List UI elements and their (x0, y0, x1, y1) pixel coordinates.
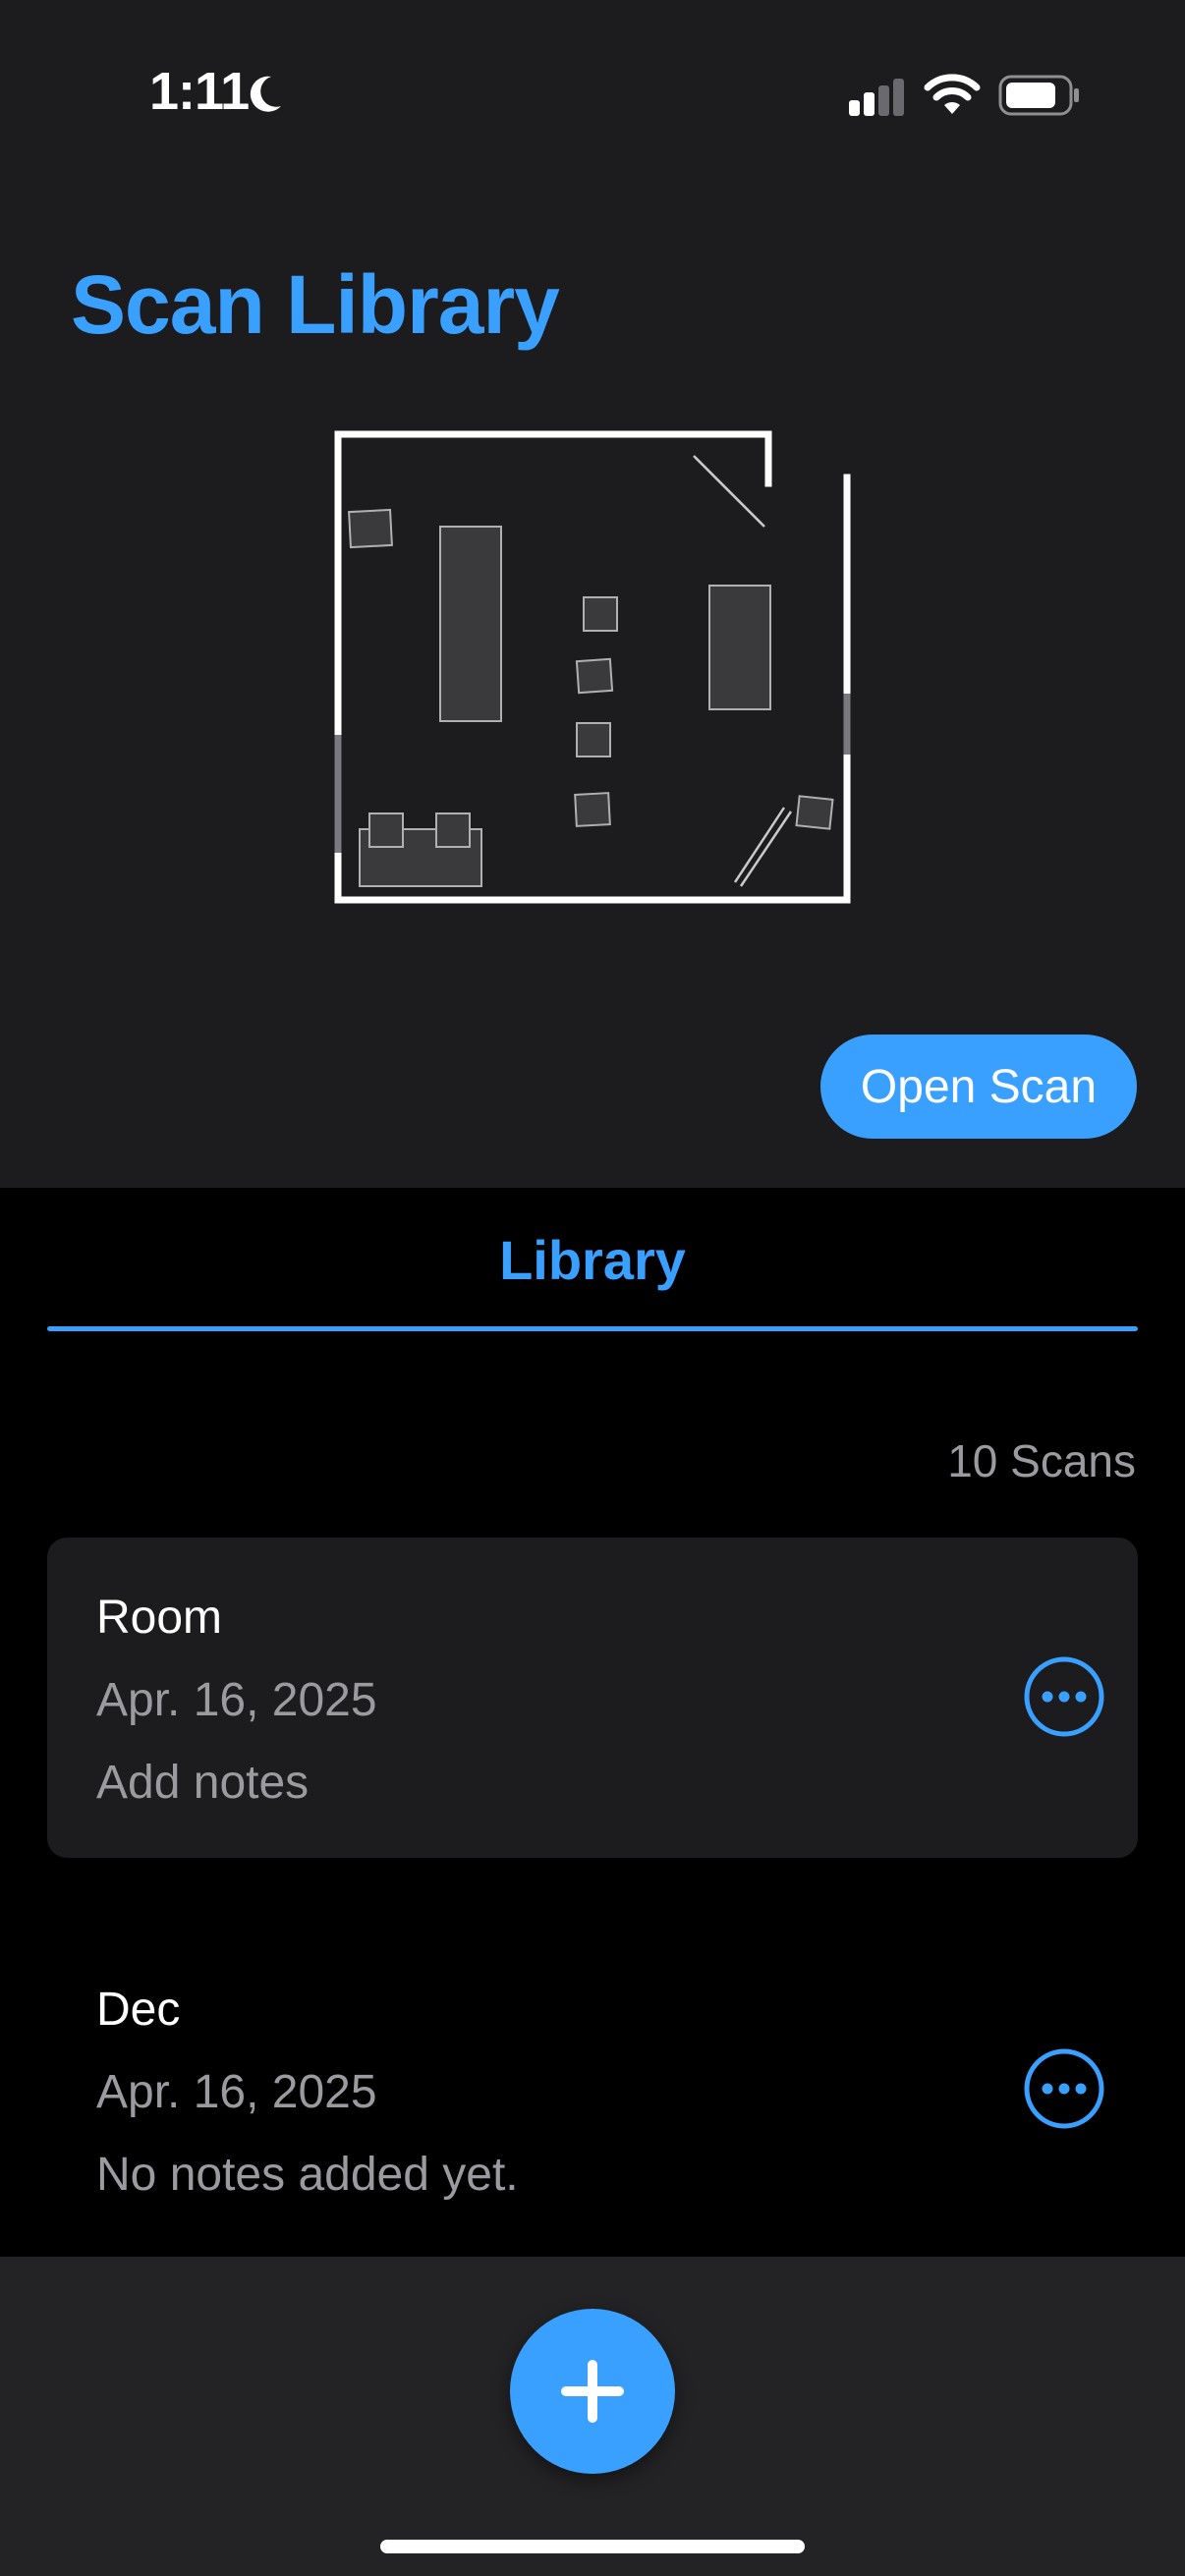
tab-library[interactable]: Library (47, 1228, 1138, 1336)
scan-count: 10 Scans (947, 1435, 1136, 1486)
open-scan-button[interactable]: Open Scan (820, 1035, 1137, 1139)
page-title: Scan Library (71, 258, 560, 351)
scan-preview-panel: 1:11 Scan Library Open Scan (0, 0, 1185, 1188)
tab-selected-indicator (47, 1326, 1138, 1331)
status-time: 1:11 (149, 62, 250, 121)
scan-date: Apr. 16, 2025 (96, 2066, 377, 2118)
scan-name: Room (96, 1592, 223, 1644)
scan-list-item[interactable]: Room Apr. 16, 2025 Add notes (47, 1538, 1138, 1858)
floor-plan-preview[interactable] (324, 420, 855, 912)
home-indicator[interactable] (380, 2540, 805, 2553)
tab-label: Library (499, 1229, 686, 1291)
more-options-icon[interactable] (1023, 1655, 1105, 1738)
scan-notes: No notes added yet. (96, 2149, 519, 2201)
status-bar: 1:11 (0, 0, 1185, 187)
battery-icon (998, 75, 1081, 121)
wifi-icon (924, 73, 981, 121)
scan-notes[interactable]: Add notes (96, 1756, 309, 1810)
moon-icon (246, 73, 285, 121)
add-scan-button[interactable] (510, 2309, 675, 2474)
scan-date: Apr. 16, 2025 (96, 1674, 377, 1726)
scan-name: Dec (96, 1984, 181, 2036)
more-options-icon[interactable] (1023, 2047, 1105, 2130)
cellular-signal-icon (847, 79, 908, 123)
plus-icon (561, 2360, 624, 2423)
scan-list-item[interactable]: Dec Apr. 16, 2025 No notes added yet. (47, 1930, 1138, 2250)
